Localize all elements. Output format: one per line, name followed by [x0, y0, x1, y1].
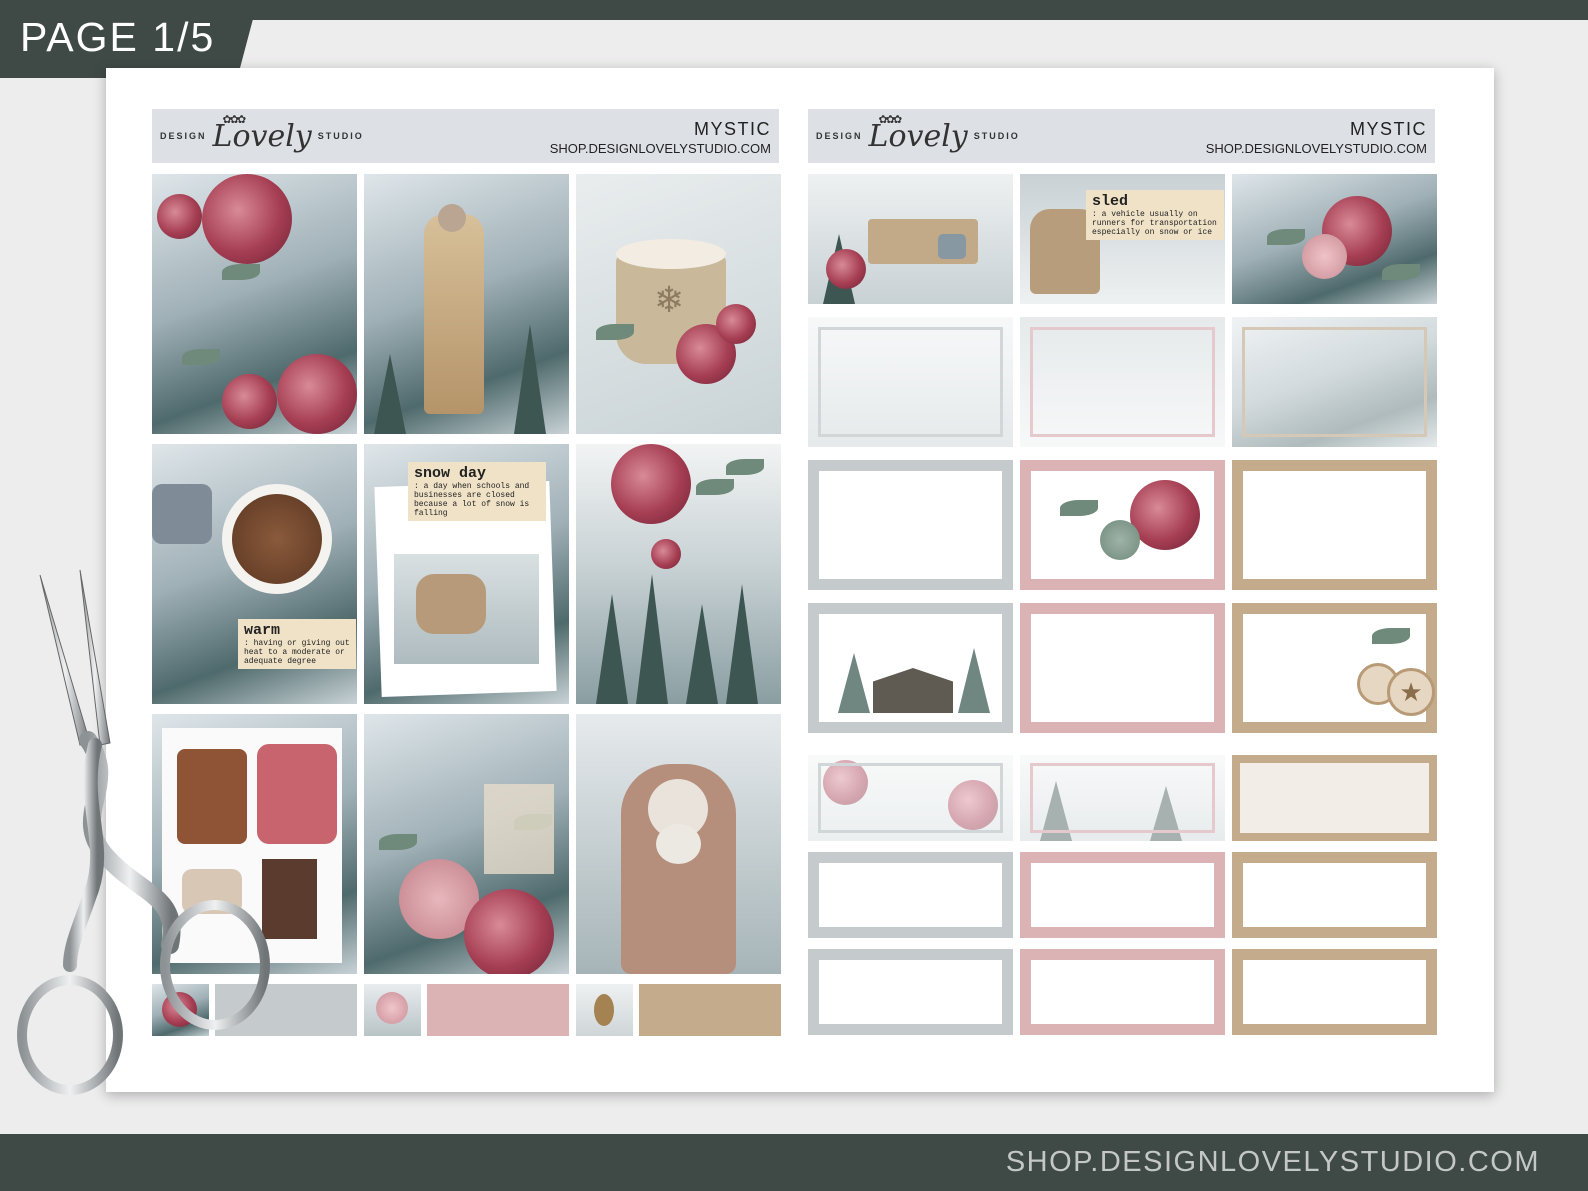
sticker-snow-day-polaroid: snow day : a day when schools and busine…: [364, 444, 569, 704]
snowflake-icon: ❄: [654, 279, 685, 320]
swatch-pink: [427, 984, 569, 1036]
sticker-mini-pinecone: [576, 984, 633, 1036]
frame-faded-rose: [1232, 317, 1437, 447]
sticker-hot-cocoa: ❄: [576, 174, 781, 434]
sticker-mini-pink-rose: [364, 984, 421, 1036]
sticker-forest-rose: [576, 444, 781, 704]
frame-box-pink-rose: [1020, 460, 1225, 590]
label-box-pink: [1020, 852, 1225, 938]
frame-box-tan: [1232, 460, 1437, 590]
sticker-winter-bench: [808, 174, 1013, 304]
frame-box-tan-ornaments: ★: [1232, 603, 1437, 733]
footer-url: SHOP.DESIGNLOVELYSTUDIO.COM: [1005, 1146, 1540, 1178]
scissors-icon: [17, 569, 270, 1095]
shop-url: SHOP.DESIGNLOVELYSTUDIO.COM: [549, 141, 771, 156]
banner-faded-village: [1020, 755, 1225, 841]
sticker-roses-collage: [152, 174, 357, 434]
brand-logo: DESIGN ✿✿✿ Lovely STUDIO: [160, 112, 364, 154]
frame-box-pink: [1020, 603, 1225, 733]
label-box-tan: [1232, 949, 1437, 1035]
sticker-girl-in-snow: [576, 714, 781, 974]
frame-box-gray: [808, 460, 1013, 590]
page-indicator: PAGE 1/5: [0, 0, 258, 78]
banner-faded-roses: [808, 755, 1013, 841]
brand-logo: DESIGN ✿✿✿ Lovely STUDIO: [816, 112, 1020, 154]
shop-url: SHOP.DESIGNLOVELYSTUDIO.COM: [1205, 141, 1427, 156]
swatch-tan: [639, 984, 781, 1036]
word-label-snow-day: snow day : a day when schools and busine…: [408, 462, 546, 521]
star-ornament-icon: ★: [1387, 668, 1435, 716]
sticker-sled-couple: sled : a vehicle usually on runners for …: [1020, 174, 1225, 304]
frame-faded-sled: [1020, 317, 1225, 447]
frame-faded-bench: [808, 317, 1013, 447]
frame-box-gray-cabin: [808, 603, 1013, 733]
banner-tan-paper: [1232, 755, 1437, 841]
sheet-header-right: DESIGN ✿✿✿ Lovely STUDIO MYSTIC SHOP.DESI…: [808, 109, 1435, 163]
sprig-icon: ✿✿✿: [878, 112, 903, 126]
footer-bar: SHOP.DESIGNLOVELYSTUDIO.COM: [0, 1134, 1588, 1191]
sticker-winter-walk: [364, 174, 569, 434]
label-box-tan: [1232, 852, 1437, 938]
collection-title: MYSTIC: [1349, 119, 1427, 139]
collection-title: MYSTIC: [693, 119, 771, 139]
word-label-sled: sled : a vehicle usually on runners for …: [1086, 190, 1224, 240]
label-box-gray: [808, 852, 1013, 938]
sticker-rose-bunch: [1232, 174, 1437, 304]
sprig-icon: ✿✿✿: [222, 112, 247, 126]
label-box-gray: [808, 949, 1013, 1035]
sticker-roses-bouquet: [364, 714, 569, 974]
label-box-pink: [1020, 949, 1225, 1035]
sheet-header-left: DESIGN ✿✿✿ Lovely STUDIO MYSTIC SHOP.DESI…: [152, 109, 779, 163]
